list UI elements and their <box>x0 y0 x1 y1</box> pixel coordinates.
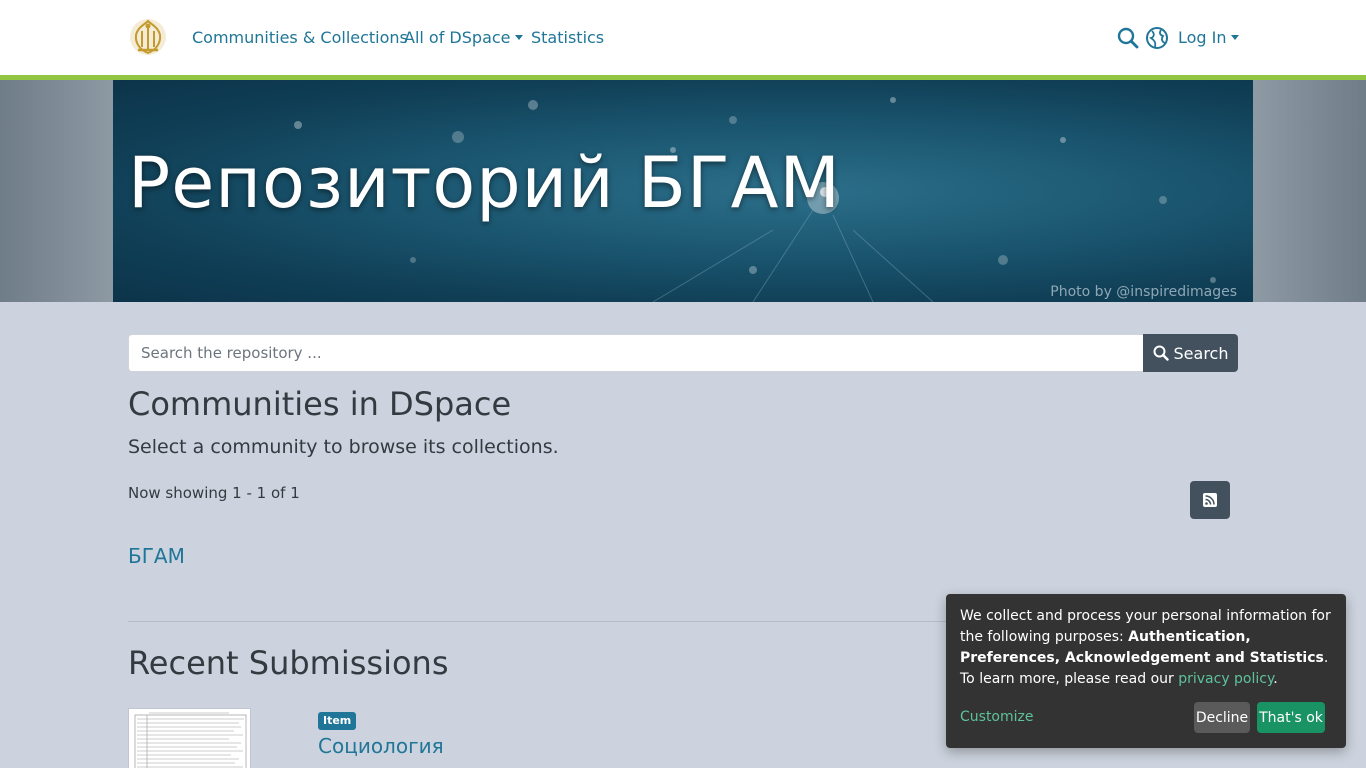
pagination-summary: Now showing 1 - 1 of 1 <box>128 484 300 502</box>
cookie-decline-button[interactable]: Decline <box>1194 702 1250 733</box>
community-link[interactable]: БГАМ <box>128 544 185 568</box>
login-label: Log In <box>1178 28 1227 47</box>
item-type-badge: Item <box>318 712 357 730</box>
search-icon[interactable] <box>1116 26 1140 50</box>
home-banner: Репозиторий БГАМ Photo by @inspiredimage… <box>113 80 1253 302</box>
privacy-policy-link[interactable]: privacy policy <box>1178 671 1273 687</box>
chevron-down-icon <box>1230 35 1239 40</box>
search-icon <box>1153 345 1169 361</box>
nav-all-of-dspace[interactable]: All of DSpace <box>404 27 523 49</box>
item-thumbnail[interactable] <box>128 708 251 768</box>
search-button[interactable]: Search <box>1143 334 1238 372</box>
cookie-accept-button[interactable]: That's ok <box>1257 702 1325 733</box>
globe-icon[interactable] <box>1145 26 1169 50</box>
cookie-text: We collect and process your personal inf… <box>960 606 1332 669</box>
communities-lead: Select a community to browse its collect… <box>128 436 559 458</box>
photo-credit: Photo by @inspiredimages <box>1050 284 1237 300</box>
cookie-learn-more-text: To learn more, please read our <box>960 671 1179 687</box>
banner-title: Репозиторий БГАМ <box>128 142 841 224</box>
nav-all-of-dspace-label: All of DSpace <box>404 28 511 47</box>
search-input[interactable] <box>128 334 1144 372</box>
search-button-label: Search <box>1173 343 1229 363</box>
recent-submissions-heading: Recent Submissions <box>128 644 449 682</box>
cookie-learn-end: . <box>1273 671 1278 687</box>
item-title-link[interactable]: Социология <box>318 734 444 758</box>
cookie-consent-panel: We collect and process your personal inf… <box>946 594 1346 748</box>
rss-feed-button[interactable] <box>1190 481 1230 519</box>
communities-heading: Communities in DSpace <box>128 385 512 423</box>
cookie-customize-link[interactable]: Customize <box>960 707 1034 728</box>
logo-emblem-icon[interactable] <box>128 17 168 57</box>
header-navbar: Communities & Collections All of DSpace … <box>0 0 1366 75</box>
login-dropdown[interactable]: Log In <box>1178 27 1239 49</box>
chevron-down-icon <box>514 35 523 40</box>
cookie-period: . <box>1323 650 1329 666</box>
rss-icon <box>1203 493 1217 507</box>
cookie-learn-more: To learn more, please read our privacy p… <box>960 669 1332 690</box>
nav-communities-collections[interactable]: Communities & Collections <box>192 27 408 49</box>
nav-statistics[interactable]: Statistics <box>531 27 604 49</box>
